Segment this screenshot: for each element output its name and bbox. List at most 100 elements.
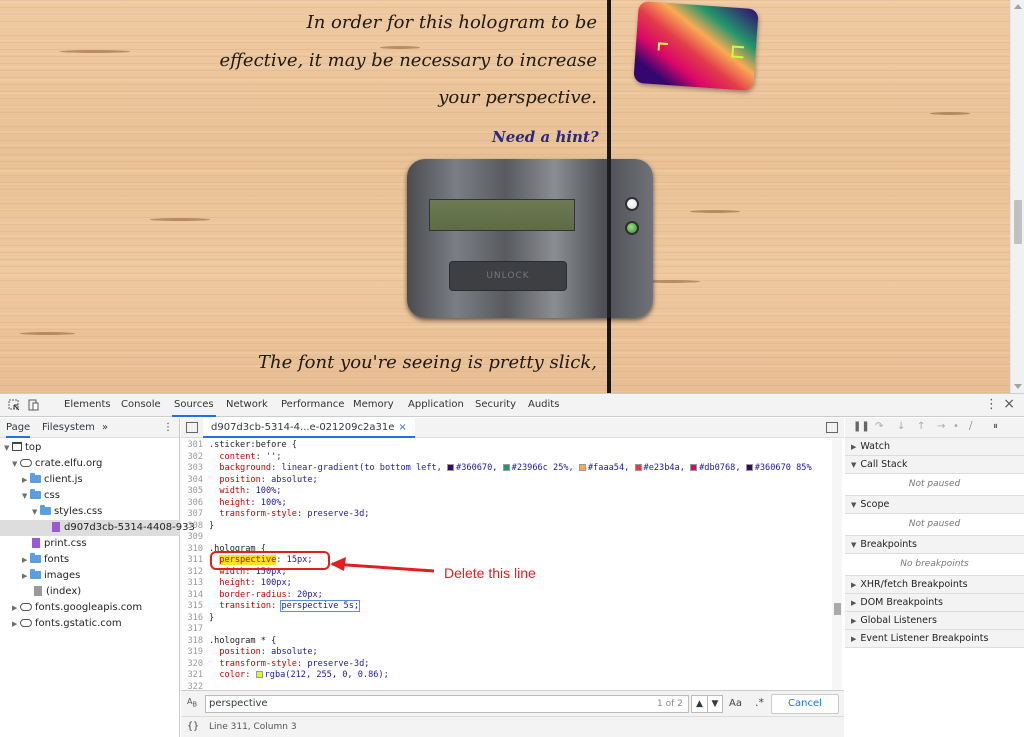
expand-icon[interactable]: ▶ [12,600,20,616]
section-call-stack[interactable]: ▼ Call Stack [845,456,1024,474]
tree-item-print-css[interactable]: print.css [0,536,180,552]
deactivate-breakpoints-icon[interactable]: ⧸ [969,421,972,432]
expand-icon[interactable]: ▼ [22,488,30,504]
code-line[interactable]: 315 transition: perspective 5s; [181,600,831,613]
tree-item-selected-file[interactable]: d907d3cb-5314-4408-933 [0,520,195,536]
hint-link[interactable]: Need a hint? [492,128,599,146]
step-out-icon[interactable]: ↑ [917,421,925,432]
section-xhr-breakpoints[interactable]: ▶ XHR/fetch Breakpoints [845,576,1024,594]
regex-button[interactable]: .* [755,696,764,709]
code-line[interactable]: 304 position: absolute; [181,475,831,487]
hologram-sticker[interactable] [633,0,759,92]
section-event-listener-breakpoints[interactable]: ▶ Event Listener Breakpoints [845,630,1024,648]
step-into-icon[interactable]: ↓ [897,421,905,432]
code-line[interactable]: 316} [181,613,831,625]
search-next-button[interactable]: ▼ [707,695,723,713]
search-prev-button[interactable]: ▲ [691,695,707,713]
expand-icon[interactable]: ▼ [12,456,20,472]
code-line[interactable]: 314 border-radius: 20px; [181,590,831,602]
line-number[interactable]: 309 [181,532,203,544]
line-number[interactable]: 311 [181,555,203,567]
tab-console[interactable]: Console [119,394,163,417]
code-line[interactable]: 305 width: 100%; [181,486,831,498]
code-line[interactable]: 309 [181,532,831,544]
color-swatch-icon[interactable] [502,464,510,471]
pause-icon[interactable]: ❚❚ [853,421,870,432]
line-number[interactable]: 317 [181,624,203,636]
line-number[interactable]: 307 [181,509,203,521]
pause-on-exceptions-icon[interactable]: ⏸ [993,421,998,432]
scroll-down-icon[interactable] [1014,384,1022,389]
tree-item-css[interactable]: ▼ css [0,488,180,504]
unlock-button[interactable]: UNLOCK [449,261,567,291]
tab-sources[interactable]: Sources [172,394,216,417]
line-number[interactable]: 314 [181,590,203,602]
navigator-menu-icon[interactable]: ⋮ [163,418,173,438]
section-scope[interactable]: ▼ Scope [845,496,1024,514]
tree-item-fonts-googleapis[interactable]: ▶ fonts.googleapis.com [0,600,180,616]
toggle-navigator-icon[interactable] [186,422,198,433]
navigator-tab-filesystem[interactable]: Filesystem [42,418,95,438]
line-number[interactable]: 319 [181,647,203,659]
line-number[interactable]: 302 [181,452,203,464]
line-number[interactable]: 306 [181,498,203,510]
code-line[interactable]: 306 height: 100%; [181,498,831,510]
color-swatch-icon[interactable] [745,464,753,471]
line-number[interactable]: 312 [181,567,203,579]
inspect-icon[interactable] [8,399,20,411]
line-number[interactable]: 315 [181,601,203,613]
page-scrollbar[interactable] [1010,0,1024,393]
line-number[interactable]: 321 [181,670,203,682]
expand-icon[interactable]: ▼ [32,504,40,520]
expand-icon[interactable]: ▶ [22,472,30,488]
tab-application[interactable]: Application [406,394,466,417]
color-swatch-icon[interactable] [634,464,642,471]
tab-elements[interactable]: Elements [62,394,113,417]
section-global-listeners[interactable]: ▶ Global Listeners [845,612,1024,630]
file-tab[interactable]: d907d3cb-5314-4...e-021209c2a31e × [203,418,415,438]
search-input[interactable]: perspective [205,695,689,713]
line-number[interactable]: 308 [181,521,203,533]
navigator-more-icon[interactable]: » [102,418,108,438]
expand-icon[interactable]: ▶ [22,568,30,584]
expand-icon[interactable]: ▶ [12,616,20,632]
code-line[interactable]: 320 transform-style: preserve-3d; [181,659,831,671]
code-line[interactable]: 321 color: rgba(212, 255, 0, 0.86); [181,670,831,682]
cancel-search-button[interactable]: Cancel [771,694,839,714]
code-line[interactable]: 301 .sticker:before { [181,440,831,452]
tab-security[interactable]: Security [473,394,518,417]
section-dom-breakpoints[interactable]: ▶ DOM Breakpoints [845,594,1024,612]
color-swatch-icon[interactable] [578,464,586,471]
color-swatch-icon[interactable] [447,464,455,471]
step-over-icon[interactable]: ↷ [875,421,883,432]
line-number[interactable]: 316 [181,613,203,625]
code-line[interactable]: 322 [181,682,831,690]
close-devtools-icon[interactable]: × [1003,396,1015,412]
toggle-debugger-icon[interactable] [826,422,838,433]
tree-item-images[interactable]: ▶ images [0,568,180,584]
section-watch[interactable]: ▶ Watch [845,438,1024,456]
device-toolbar-icon[interactable] [27,399,39,411]
pretty-print-button[interactable]: {} [187,721,199,732]
color-swatch-icon[interactable] [690,464,698,471]
tree-item-fonts[interactable]: ▶ fonts [0,552,180,568]
code-line[interactable]: 302 content: ''; [181,452,831,464]
color-swatch-icon[interactable] [255,671,263,678]
line-number[interactable]: 305 [181,486,203,498]
section-breakpoints[interactable]: ▼ Breakpoints [845,536,1024,554]
tab-network[interactable]: Network [224,394,270,417]
expand-icon[interactable]: ▼ [4,440,12,456]
expand-icon[interactable]: ▶ [22,552,30,568]
tree-item-crate-elfu-org[interactable]: ▼ crate.elfu.org [0,456,180,472]
editor-scrollbar[interactable] [832,439,842,701]
navigator-tab-page[interactable]: Page [6,418,31,438]
line-number[interactable]: 320 [181,659,203,671]
tree-item-fonts-gstatic[interactable]: ▶ fonts.gstatic.com [0,616,180,632]
scroll-up-icon[interactable] [1014,4,1022,9]
line-number[interactable]: 322 [181,682,203,690]
line-number[interactable]: 318 [181,636,203,648]
code-line[interactable]: 319 position: absolute; [181,647,831,659]
tree-item-styles-css[interactable]: ▼ styles.css [0,504,180,520]
tree-item-index[interactable]: (index) [0,584,180,600]
code-line[interactable]: 303 background: linear-gradient(to botto… [181,463,831,475]
